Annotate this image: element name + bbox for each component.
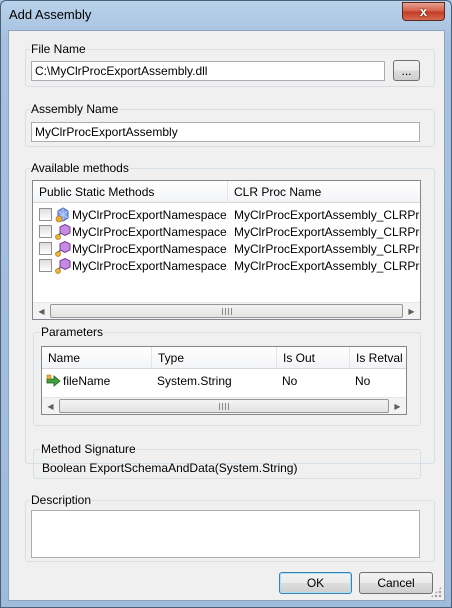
parameters-list-header: Name Type Is Out Is Retval bbox=[42, 347, 406, 369]
method-checkbox[interactable] bbox=[39, 259, 52, 272]
add-assembly-dialog: Add Assembly x File Name C:\MyClrProcExp… bbox=[0, 0, 452, 608]
parameter-is-retval-cell: No bbox=[355, 374, 371, 388]
ok-button[interactable]: OK bbox=[279, 572, 352, 594]
column-header-is-retval[interactable]: Is Retval bbox=[350, 347, 406, 369]
scrollbar-thumb[interactable] bbox=[50, 304, 403, 318]
scrollbar-thumb[interactable] bbox=[59, 399, 389, 413]
methods-list[interactable]: Public Static Methods CLR Proc Name MyCl… bbox=[32, 180, 421, 320]
list-item[interactable]: MyClrProcExportNamespace.C... MyClrProcE… bbox=[33, 240, 420, 257]
window-title: Add Assembly bbox=[9, 7, 92, 22]
assembly-name-input[interactable]: MyClrProcExportAssembly bbox=[31, 122, 420, 142]
grip-icon bbox=[219, 403, 229, 410]
file-name-label: File Name bbox=[30, 42, 87, 56]
method-signature-value: Boolean ExportSchemaAndData(System.Strin… bbox=[42, 461, 298, 475]
list-item[interactable]: MyClrProcExportNamespace.C... MyClrProcE… bbox=[33, 223, 420, 240]
close-button[interactable]: x bbox=[402, 2, 445, 21]
close-icon: x bbox=[419, 4, 428, 19]
description-label: Description bbox=[30, 493, 93, 507]
method-checkbox[interactable] bbox=[39, 225, 52, 238]
file-name-input[interactable]: C:\MyClrProcExportAssembly.dll bbox=[31, 61, 385, 81]
parameters-list[interactable]: Name Type Is Out Is Retval fileName Syst… bbox=[41, 346, 407, 415]
parameter-name-cell: fileName bbox=[63, 374, 111, 388]
method-checkbox[interactable] bbox=[39, 208, 52, 221]
parameter-type-cell: System.String bbox=[157, 374, 232, 388]
method-icon-blue bbox=[55, 207, 69, 223]
list-item[interactable]: MyClrProcExportNamespace.C... MyClrProcE… bbox=[33, 206, 420, 223]
scroll-left-arrow-icon[interactable]: ◀ bbox=[42, 398, 59, 414]
clr-proc-name-cell: MyClrProcExportAssembly_CLRProce... bbox=[234, 225, 420, 239]
parameter-arrow-icon bbox=[46, 374, 61, 387]
parameters-label: Parameters bbox=[40, 325, 105, 339]
methods-horizontal-scrollbar[interactable]: ◀ ▶ bbox=[33, 302, 420, 319]
method-name-cell: MyClrProcExportNamespace.C... bbox=[72, 225, 228, 239]
method-signature-label: Method Signature bbox=[40, 442, 137, 456]
method-name-cell: MyClrProcExportNamespace.C... bbox=[72, 208, 228, 222]
methods-list-header: Public Static Methods CLR Proc Name bbox=[33, 181, 420, 203]
grip-icon bbox=[221, 308, 232, 315]
cancel-button[interactable]: Cancel bbox=[359, 572, 433, 594]
column-header-clr-proc-name[interactable]: CLR Proc Name bbox=[228, 181, 420, 203]
column-header-public-static-methods[interactable]: Public Static Methods bbox=[33, 181, 228, 203]
cancel-button-label: Cancel bbox=[377, 576, 415, 590]
available-methods-label: Available methods bbox=[30, 161, 130, 175]
column-header-is-out[interactable]: Is Out bbox=[277, 347, 350, 369]
clr-proc-name-cell: MyClrProcExportAssembly_CLRProce... bbox=[234, 259, 420, 273]
dialog-client-area: File Name C:\MyClrProcExportAssembly.dll… bbox=[8, 30, 445, 601]
method-name-cell: MyClrProcExportNamespace.C... bbox=[72, 242, 228, 256]
method-icon-purple bbox=[55, 241, 71, 257]
column-header-type[interactable]: Type bbox=[152, 347, 277, 369]
method-name-cell: MyClrProcExportNamespace.C... bbox=[72, 259, 228, 273]
assembly-name-label: Assembly Name bbox=[30, 102, 120, 116]
parameters-horizontal-scrollbar[interactable]: ◀ ▶ bbox=[42, 397, 406, 414]
parameter-is-out-cell: No bbox=[282, 374, 298, 388]
browse-button[interactable]: ... bbox=[393, 60, 420, 81]
scroll-left-arrow-icon[interactable]: ◀ bbox=[33, 303, 50, 319]
method-icon-purple bbox=[55, 224, 71, 240]
list-item[interactable]: MyClrProcExportNamespace.C... MyClrProcE… bbox=[33, 257, 420, 274]
clr-proc-name-cell: MyClrProcExportAssembly_CLRProce... bbox=[234, 242, 420, 256]
clr-proc-name-cell: MyClrProcExportAssembly_CLRProce... bbox=[234, 208, 420, 222]
method-icon-purple bbox=[55, 258, 71, 274]
title-bar[interactable]: Add Assembly x bbox=[1, 1, 451, 29]
scroll-right-arrow-icon[interactable]: ▶ bbox=[403, 303, 420, 319]
browse-button-label: ... bbox=[401, 63, 412, 78]
scroll-right-arrow-icon[interactable]: ▶ bbox=[389, 398, 406, 414]
description-textarea[interactable] bbox=[31, 510, 420, 558]
table-row[interactable]: fileName System.String No No bbox=[42, 372, 406, 389]
method-checkbox[interactable] bbox=[39, 242, 52, 255]
column-header-name[interactable]: Name bbox=[42, 347, 152, 369]
ok-button-label: OK bbox=[306, 576, 325, 590]
